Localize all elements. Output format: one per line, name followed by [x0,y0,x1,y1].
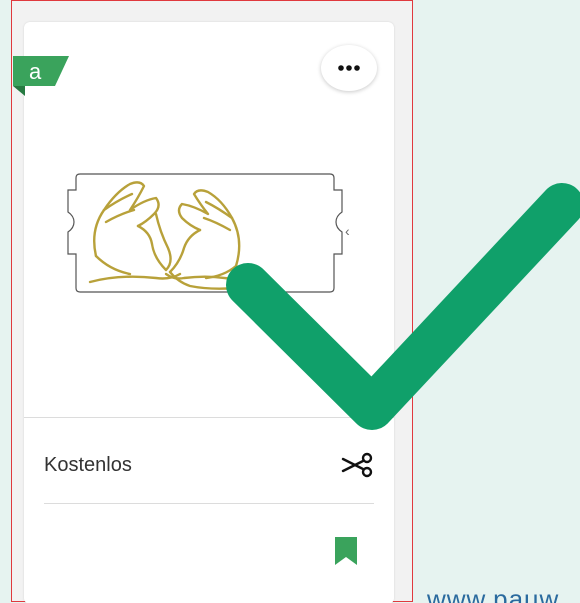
more-horizontal-icon [338,65,360,71]
badge-label: a [29,59,42,84]
card-divider-bottom [44,503,374,504]
card-divider-top [24,417,394,418]
price-label: Kostenlos [44,454,132,476]
more-options-button[interactable] [321,45,377,91]
design-preview-image[interactable]: ‹ [60,170,360,300]
svg-text:‹: ‹ [345,223,350,239]
bookmark-icon[interactable] [333,535,359,567]
scissors-icon [341,452,373,478]
footer-url-text[interactable]: www.pauw [427,584,559,603]
page: a ‹ Kostenlos www.pauw [0,0,580,603]
product-card[interactable] [24,22,394,603]
